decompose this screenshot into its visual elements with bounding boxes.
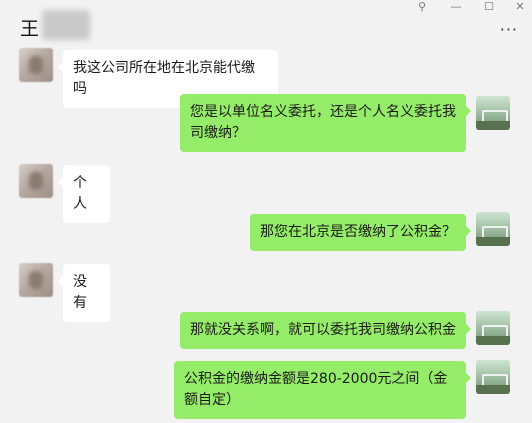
pin-icon[interactable]: ⚲	[414, 0, 430, 13]
chat-header: 王 ⚲ — ☐ ✕ ···	[0, 0, 532, 52]
redacted-name-blur	[42, 10, 90, 40]
maximize-icon[interactable]: ☐	[481, 0, 497, 13]
self-avatar[interactable]	[476, 311, 510, 345]
message-bubble-outgoing: 那就没关系啊，就可以委托我司缴纳公积金	[180, 312, 471, 349]
contact-avatar[interactable]	[19, 48, 53, 82]
self-avatar[interactable]	[476, 96, 510, 130]
self-avatar[interactable]	[476, 212, 510, 246]
message-bubble-incoming: 没有	[58, 264, 110, 322]
contact-avatar[interactable]	[19, 263, 53, 297]
message-bubble-incoming: 个人	[58, 165, 110, 223]
message-bubble-outgoing: 公积金的缴纳金额是280-2000元之间（金额自定）	[174, 361, 471, 419]
chat-title: 王	[20, 18, 40, 40]
minimize-icon[interactable]: —	[448, 0, 464, 13]
close-icon[interactable]: ✕	[512, 0, 528, 13]
message-bubble-outgoing: 您是以单位名义委托，还是个人名义委托我司缴纳？	[180, 94, 471, 152]
contact-avatar[interactable]	[19, 164, 53, 198]
message-bubble-outgoing: 那您在北京是否缴纳了公积金？	[250, 214, 471, 251]
more-options-icon[interactable]: ···	[500, 20, 518, 39]
self-avatar[interactable]	[476, 360, 510, 394]
